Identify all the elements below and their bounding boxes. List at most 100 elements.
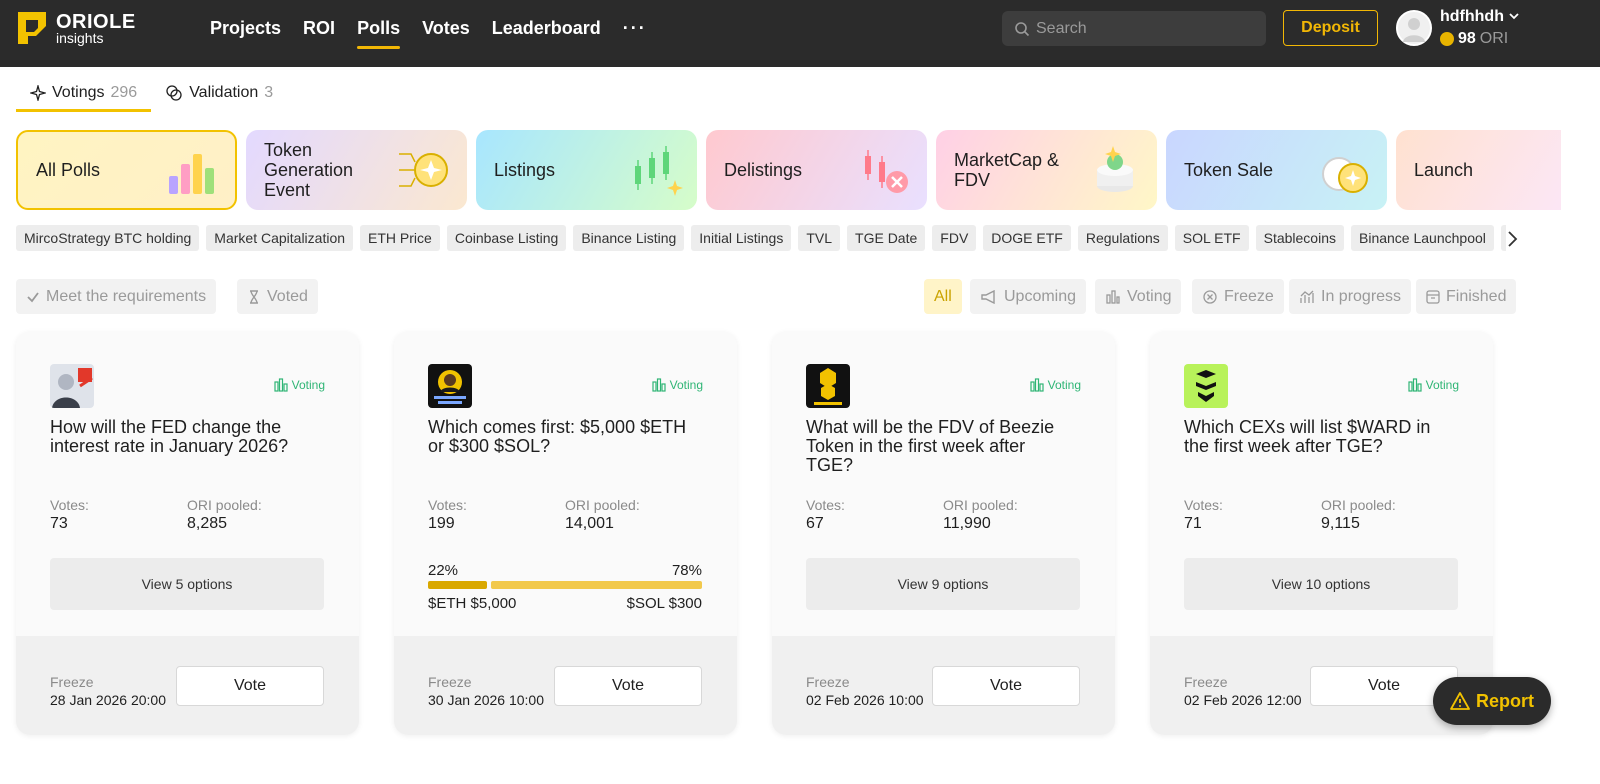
archive-icon bbox=[1426, 289, 1440, 304]
category-delistings[interactable]: Delistings bbox=[706, 130, 927, 210]
nav-votes[interactable]: Votes bbox=[422, 0, 470, 56]
sparkle-icon bbox=[30, 85, 46, 101]
category-listings[interactable]: Listings bbox=[476, 130, 697, 210]
logo-text: ORIOLE bbox=[56, 11, 136, 33]
search-box[interactable] bbox=[1002, 11, 1266, 46]
view-options-button[interactable]: View 9 options bbox=[806, 558, 1080, 610]
votes-label: Votes: bbox=[1184, 497, 1223, 513]
votes-label: Votes: bbox=[50, 497, 89, 513]
nav-roi[interactable]: ROI bbox=[303, 0, 335, 56]
tag-chip[interactable]: Stablecoins bbox=[1255, 225, 1344, 251]
freeze-label: Freeze bbox=[1184, 674, 1228, 690]
voting-bar-icon bbox=[274, 378, 288, 392]
oriole-logo[interactable]: ORIOLE insights bbox=[16, 10, 156, 46]
freeze-date: 30 Jan 2026 10:00 bbox=[428, 692, 544, 708]
nav-leaderboard[interactable]: Leaderboard bbox=[492, 0, 601, 56]
category-label: MarketCap & FDV bbox=[954, 150, 1060, 190]
deposit-button[interactable]: Deposit bbox=[1283, 10, 1378, 46]
nav-more-menu[interactable]: ··· bbox=[623, 0, 647, 56]
freeze-label: Freeze bbox=[806, 674, 850, 690]
category-label: Token Sale bbox=[1184, 160, 1274, 180]
filter-upcoming[interactable]: Upcoming bbox=[970, 279, 1087, 314]
category-all-polls[interactable]: All Polls bbox=[16, 130, 237, 210]
coin-icon bbox=[1440, 32, 1454, 46]
filter-label: Meet the requirements bbox=[46, 287, 207, 305]
tag-chip[interactable]: MircoStrategy BTC holding bbox=[16, 225, 200, 251]
filter-all[interactable]: All bbox=[924, 279, 962, 314]
bar-chart-icon bbox=[1106, 289, 1120, 304]
tag-chip[interactable]: Regulations bbox=[1077, 225, 1168, 251]
avatar[interactable] bbox=[1396, 10, 1432, 46]
tag-chip[interactable]: SOL ETF bbox=[1174, 225, 1249, 251]
poll-card[interactable]: Voting Which CEXs will list $WARD in the… bbox=[1150, 332, 1493, 735]
chevron-right-icon[interactable] bbox=[1505, 229, 1519, 249]
category-tge[interactable]: Token Generation Event bbox=[246, 130, 467, 210]
tab-votings-count: 296 bbox=[110, 84, 138, 101]
freeze-date: 02 Feb 2026 10:00 bbox=[806, 692, 924, 708]
tag-filter-row: MircoStrategy BTC holding Market Capital… bbox=[16, 225, 1506, 251]
tag-chip[interactable]: Coinbase Listing bbox=[446, 225, 567, 251]
bar-chart-illustration-icon bbox=[169, 154, 214, 194]
status-badge: Voting bbox=[1030, 378, 1081, 392]
poll-thumbnail bbox=[806, 364, 850, 408]
vote-button[interactable]: Vote bbox=[176, 666, 324, 706]
candlestick-illustration-icon bbox=[635, 146, 683, 196]
filter-label: Voted bbox=[267, 287, 308, 305]
vote-button[interactable]: Vote bbox=[932, 666, 1080, 706]
category-launch[interactable]: Launch bbox=[1396, 130, 1561, 210]
main-nav: Projects ROI Polls Votes Leaderboard ··· bbox=[210, 0, 669, 56]
status-badge: Voting bbox=[652, 378, 703, 392]
filter-voting[interactable]: Voting bbox=[1095, 279, 1182, 314]
poll-question[interactable]: Which CEXs will list $WARD in the first … bbox=[1184, 418, 1454, 456]
view-options-button[interactable]: View 5 options bbox=[50, 558, 324, 610]
filter-finished[interactable]: Finished bbox=[1416, 279, 1517, 314]
fed-chair-thumbnail-icon bbox=[50, 364, 94, 408]
filter-meet-requirements[interactable]: Meet the requirements bbox=[16, 279, 217, 314]
poll-card[interactable]: Voting What will be the FDV of Beezie To… bbox=[772, 332, 1115, 735]
tab-votings-label: Votings bbox=[52, 84, 105, 101]
tag-chip[interactable]: FDV bbox=[932, 225, 977, 251]
tab-votings[interactable]: Votings 296 bbox=[16, 74, 152, 112]
username-menu[interactable]: hdfhhdh bbox=[1440, 8, 1520, 26]
logo-subtext: insights bbox=[56, 30, 104, 46]
poll-question[interactable]: How will the FED change the interest rat… bbox=[50, 418, 320, 456]
logo-mark-icon bbox=[18, 12, 46, 44]
tab-validation[interactable]: Validation 3 bbox=[151, 74, 287, 112]
poll-card[interactable]: Voting How will the FED change the inter… bbox=[16, 332, 359, 735]
tag-chip[interactable]: Binance Listing bbox=[573, 225, 685, 251]
ward-thumbnail-icon bbox=[1184, 364, 1228, 408]
freeze-label: Freeze bbox=[428, 674, 472, 690]
nav-projects[interactable]: Projects bbox=[210, 0, 281, 56]
tag-chip[interactable]: TVL bbox=[798, 225, 841, 251]
tag-chip[interactable]: DOGE ETF bbox=[983, 225, 1071, 251]
category-marketcap-fdv[interactable]: MarketCap & FDV bbox=[936, 130, 1157, 210]
pooled-label: ORI pooled: bbox=[1321, 497, 1396, 513]
option-b-label[interactable]: $SOL $300 bbox=[627, 595, 702, 612]
option-a-percent: 22% bbox=[428, 562, 459, 579]
report-label: Report bbox=[1476, 690, 1534, 711]
pooled-amount: 11,990 bbox=[943, 515, 991, 532]
poll-question[interactable]: What will be the FDV of Beezie Token in … bbox=[806, 418, 1076, 475]
poll-question[interactable]: Which comes first: $5,000 $ETH or $300 $… bbox=[428, 418, 698, 456]
chevron-down-icon bbox=[1509, 13, 1520, 20]
tag-chip[interactable]: ETH Price bbox=[360, 225, 440, 251]
report-button[interactable]: Report bbox=[1433, 677, 1551, 725]
nav-polls[interactable]: Polls bbox=[357, 0, 401, 56]
voting-bar-icon bbox=[652, 378, 666, 392]
vote-button[interactable]: Vote bbox=[554, 666, 702, 706]
ori-balance: 98 ORI bbox=[1440, 30, 1508, 48]
tag-chip[interactable]: Initial Listings bbox=[691, 225, 792, 251]
filter-in-progress[interactable]: In progress bbox=[1289, 279, 1412, 314]
tag-chip[interactable]: Binance Launchpool bbox=[1351, 225, 1494, 251]
tag-chip[interactable]: TGE Date bbox=[847, 225, 926, 251]
status-badge: Voting bbox=[1408, 378, 1459, 392]
filter-voted[interactable]: Voted bbox=[237, 279, 318, 314]
poll-card[interactable]: Voting Which comes first: $5,000 $ETH or… bbox=[394, 332, 737, 735]
filter-freeze[interactable]: Freeze bbox=[1192, 279, 1284, 314]
view-options-button[interactable]: View 10 options bbox=[1184, 558, 1458, 610]
search-input[interactable] bbox=[1036, 11, 1256, 46]
tag-chip[interactable]: Market Capitalization bbox=[206, 225, 354, 251]
votes-label: Votes: bbox=[806, 497, 845, 513]
category-token-sale[interactable]: Token Sale bbox=[1166, 130, 1387, 210]
option-a-label[interactable]: $ETH $5,000 bbox=[428, 595, 516, 612]
